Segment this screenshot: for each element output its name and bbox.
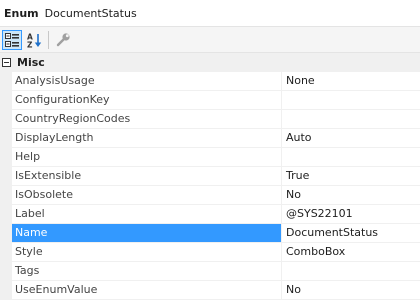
- property-name[interactable]: AnalysisUsage: [12, 72, 282, 91]
- property-value[interactable]: No: [282, 281, 420, 300]
- property-row[interactable]: ConfigurationKey: [0, 91, 420, 110]
- property-name[interactable]: Tags: [12, 262, 282, 281]
- object-type-label: Enum: [4, 6, 39, 20]
- property-row[interactable]: UseEnumValue No: [0, 281, 420, 300]
- property-grid: Misc AnalysisUsage None ConfigurationKey…: [0, 53, 420, 300]
- property-row[interactable]: CountryRegionCodes: [0, 110, 420, 129]
- toolbar-separator: [48, 30, 49, 49]
- category-header-misc[interactable]: Misc: [0, 53, 420, 72]
- property-row[interactable]: Label @SYS22101: [0, 205, 420, 224]
- property-row[interactable]: IsExtensible True: [0, 167, 420, 186]
- categorized-icon: [5, 32, 19, 47]
- property-pages-button[interactable]: [53, 30, 73, 50]
- property-row[interactable]: Style ComboBox: [0, 243, 420, 262]
- property-row-selected[interactable]: Name DocumentStatus: [0, 224, 420, 243]
- property-name[interactable]: Help: [12, 148, 282, 167]
- categorized-button[interactable]: [2, 29, 22, 50]
- property-value[interactable]: [282, 91, 420, 110]
- property-grid-window: Enum DocumentStatus A Z Misc AnalysisUsa…: [0, 0, 420, 300]
- property-value[interactable]: DocumentStatus: [282, 224, 420, 243]
- property-value[interactable]: ComboBox: [282, 243, 420, 262]
- property-row[interactable]: Tags: [0, 262, 420, 281]
- property-value[interactable]: [282, 110, 420, 129]
- alphabetical-button[interactable]: A Z: [24, 30, 44, 50]
- property-value[interactable]: True: [282, 167, 420, 186]
- property-value[interactable]: None: [282, 72, 420, 91]
- property-name[interactable]: UseEnumValue: [12, 281, 282, 300]
- property-name[interactable]: Style: [12, 243, 282, 262]
- property-name[interactable]: CountryRegionCodes: [12, 110, 282, 129]
- property-name[interactable]: DisplayLength: [12, 129, 282, 148]
- row-gutter: [0, 243, 12, 262]
- property-pages-icon: [56, 32, 70, 46]
- property-value[interactable]: [282, 262, 420, 281]
- property-name[interactable]: Label: [12, 205, 282, 224]
- property-row[interactable]: DisplayLength Auto: [0, 129, 420, 148]
- title-bar: Enum DocumentStatus: [0, 0, 420, 26]
- row-gutter: [0, 186, 12, 205]
- row-gutter: [0, 91, 12, 110]
- collapse-icon[interactable]: [2, 58, 11, 67]
- property-value[interactable]: Auto: [282, 129, 420, 148]
- row-gutter: [0, 148, 12, 167]
- row-gutter: [0, 224, 12, 243]
- property-name[interactable]: Name: [12, 224, 282, 243]
- category-label: Misc: [17, 56, 45, 69]
- property-row[interactable]: Help: [0, 148, 420, 167]
- row-gutter: [0, 262, 12, 281]
- row-gutter: [0, 72, 12, 91]
- property-value[interactable]: @SYS22101: [282, 205, 420, 224]
- property-list: AnalysisUsage None ConfigurationKey Coun…: [0, 72, 420, 300]
- alphabetical-sort-icon: A Z: [27, 32, 42, 48]
- property-name[interactable]: ConfigurationKey: [12, 91, 282, 110]
- property-name[interactable]: IsExtensible: [12, 167, 282, 186]
- toolbar: A Z: [0, 26, 420, 53]
- svg-text:Z: Z: [27, 40, 33, 48]
- property-row[interactable]: AnalysisUsage None: [0, 72, 420, 91]
- row-gutter: [0, 205, 12, 224]
- object-name-label: DocumentStatus: [44, 6, 137, 20]
- row-gutter: [0, 167, 12, 186]
- row-gutter: [0, 110, 12, 129]
- property-name[interactable]: IsObsolete: [12, 186, 282, 205]
- row-gutter: [0, 281, 12, 300]
- property-value[interactable]: No: [282, 186, 420, 205]
- row-gutter: [0, 129, 12, 148]
- property-value[interactable]: [282, 148, 420, 167]
- property-row[interactable]: IsObsolete No: [0, 186, 420, 205]
